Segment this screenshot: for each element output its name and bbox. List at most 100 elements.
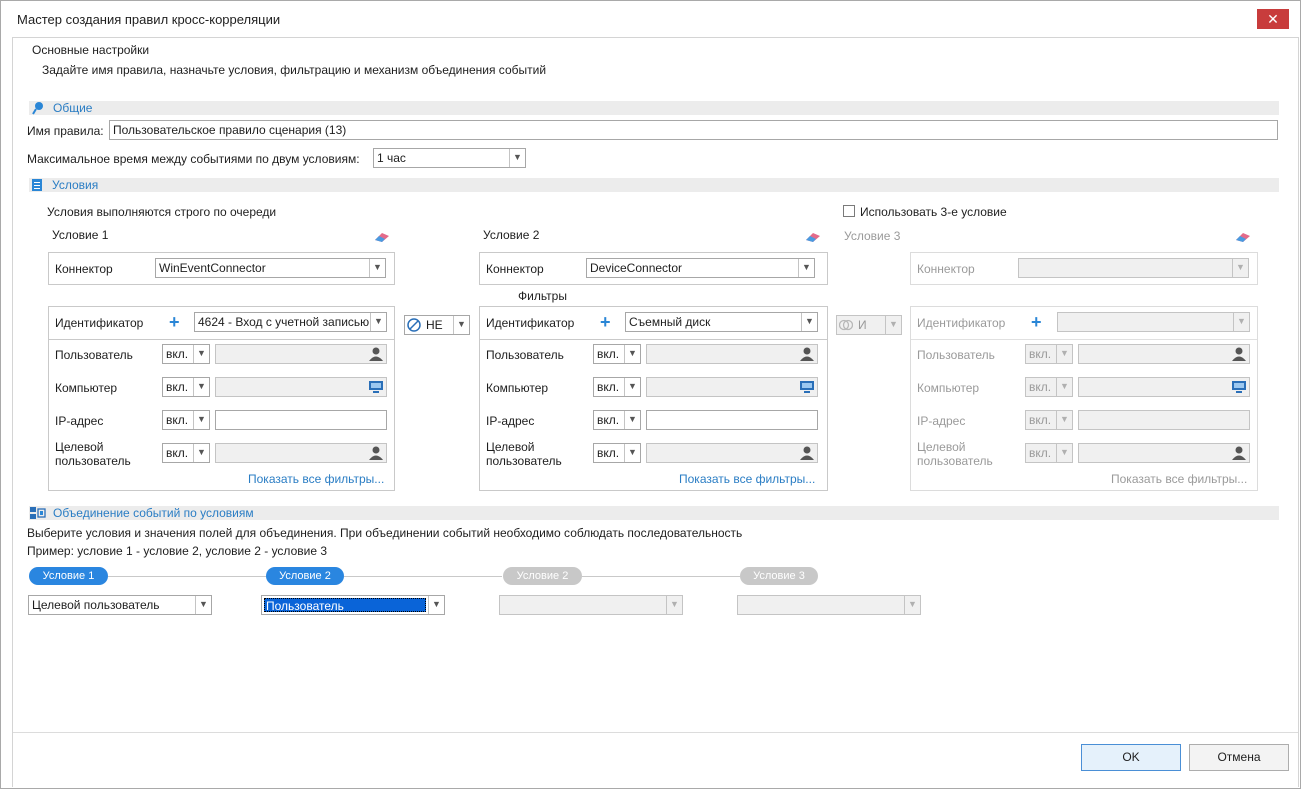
chevron-down-icon: ▼ bbox=[453, 316, 469, 334]
ip-input[interactable] bbox=[1078, 410, 1250, 430]
incl-value: вкл. bbox=[166, 413, 189, 427]
add-identifier-icon[interactable]: + bbox=[600, 313, 611, 331]
eraser-icon[interactable] bbox=[1234, 231, 1252, 243]
condition-2-connector-box: Коннектор DeviceConnector ▼ bbox=[479, 252, 828, 285]
identifier-1-select[interactable]: 4624 - Вход с учетной записью ▼ bbox=[194, 312, 387, 332]
user-icon[interactable] bbox=[367, 345, 385, 363]
window-title: Мастер создания правил кросс-корреляции bbox=[17, 12, 281, 27]
computer-incl-select[interactable]: вкл. ▼ bbox=[1025, 377, 1073, 397]
identifier-3-select[interactable]: ▼ bbox=[1057, 312, 1250, 332]
user-icon[interactable] bbox=[367, 444, 385, 462]
operator-1-select[interactable]: НЕ ▼ bbox=[404, 315, 470, 335]
computer-icon[interactable] bbox=[798, 378, 816, 396]
incl-value: вкл. bbox=[1029, 347, 1052, 361]
user-input[interactable] bbox=[646, 344, 818, 364]
operator-1-value: НЕ bbox=[426, 318, 443, 332]
user-icon[interactable] bbox=[1230, 345, 1248, 363]
merge-field-1-select[interactable]: Целевой пользователь ▼ bbox=[28, 595, 212, 615]
connector-2-select[interactable]: DeviceConnector ▼ bbox=[586, 258, 815, 278]
chevron-down-icon: ▼ bbox=[624, 444, 640, 462]
rule-name-input[interactable]: Пользовательское правило сценария (13) bbox=[109, 120, 1278, 140]
merge-field-2-select[interactable]: Пользователь ▼ bbox=[261, 595, 445, 615]
condition-2-filters: Идентификатор + Съемный диск ▼ Пользовате… bbox=[479, 306, 828, 491]
user-incl-select[interactable]: вкл. ▼ bbox=[1025, 344, 1073, 364]
add-identifier-icon[interactable]: + bbox=[1031, 313, 1042, 331]
ip-label: IP-адрес bbox=[917, 414, 966, 428]
user-icon[interactable] bbox=[798, 345, 816, 363]
identifier-label: Идентификатор bbox=[917, 316, 1006, 330]
user-incl-select[interactable]: вкл. ▼ bbox=[593, 344, 641, 364]
connector-3-select[interactable]: ▼ bbox=[1018, 258, 1249, 278]
max-time-label: Максимальное время между событиями по дв… bbox=[27, 152, 360, 166]
identifier-label: Идентификатор bbox=[486, 316, 575, 330]
show-all-filters-link[interactable]: Показать все фильтры... bbox=[248, 472, 384, 486]
user-icon[interactable] bbox=[1230, 444, 1248, 462]
chevron-down-icon: ▼ bbox=[624, 345, 640, 363]
user-input[interactable] bbox=[1078, 344, 1250, 364]
incl-value: вкл. bbox=[1029, 446, 1052, 460]
ip-input[interactable] bbox=[215, 410, 387, 430]
merge-field-1-value: Целевой пользователь bbox=[32, 598, 160, 612]
cancel-button[interactable]: Отмена bbox=[1189, 744, 1289, 771]
target-user-label-2: пользователь bbox=[486, 454, 562, 468]
show-all-filters-link[interactable]: Показать все фильтры... bbox=[1111, 472, 1247, 486]
target-incl-select[interactable]: вкл. ▼ bbox=[593, 443, 641, 463]
incl-value: вкл. bbox=[597, 446, 620, 460]
target-incl-select[interactable]: вкл. ▼ bbox=[162, 443, 210, 463]
identifier-2-select[interactable]: Съемный диск ▼ bbox=[625, 312, 818, 332]
section-merge: Объединение событий по условиям bbox=[29, 506, 1279, 520]
ok-button[interactable]: OK bbox=[1081, 744, 1181, 771]
merge-pill-4[interactable]: Условие 3 bbox=[740, 567, 818, 585]
chevron-down-icon: ▼ bbox=[193, 345, 209, 363]
merge-description: Выберите условия и значения полей для об… bbox=[27, 526, 743, 540]
user-icon[interactable] bbox=[798, 444, 816, 462]
add-identifier-icon[interactable]: + bbox=[169, 313, 180, 331]
user-label: Пользователь bbox=[917, 348, 995, 362]
target-user-input[interactable] bbox=[646, 443, 818, 463]
content-area: Основные настройки Задайте имя правила, … bbox=[12, 37, 1299, 787]
target-user-input[interactable] bbox=[215, 443, 387, 463]
section-conditions: Условия bbox=[29, 178, 1279, 192]
show-all-filters-link[interactable]: Показать все фильтры... bbox=[679, 472, 815, 486]
eraser-icon[interactable] bbox=[373, 231, 391, 243]
computer-incl-select[interactable]: вкл. ▼ bbox=[162, 377, 210, 397]
ip-incl-select[interactable]: вкл. ▼ bbox=[162, 410, 210, 430]
target-user-input[interactable] bbox=[1078, 443, 1250, 463]
operator-2-select[interactable]: И ▼ bbox=[836, 315, 902, 335]
use-third-checkbox[interactable] bbox=[843, 205, 855, 217]
computer-input[interactable] bbox=[1078, 377, 1250, 397]
target-user-label: Целевой bbox=[55, 440, 104, 454]
max-time-value: 1 час bbox=[377, 151, 406, 165]
chevron-down-icon: ▼ bbox=[1233, 313, 1249, 331]
merge-pill-3[interactable]: Условие 2 bbox=[503, 567, 582, 585]
computer-incl-select[interactable]: вкл. ▼ bbox=[593, 377, 641, 397]
chevron-down-icon: ▼ bbox=[624, 411, 640, 429]
section-conditions-label: Условия bbox=[52, 178, 99, 192]
page-title: Основные настройки bbox=[32, 43, 150, 57]
chevron-down-icon: ▼ bbox=[1056, 411, 1072, 429]
computer-icon[interactable] bbox=[1230, 378, 1248, 396]
user-incl-select[interactable]: вкл. ▼ bbox=[162, 344, 210, 364]
connector-label: Коннектор bbox=[55, 262, 113, 276]
ip-input[interactable] bbox=[646, 410, 818, 430]
merge-field-4-select[interactable]: ▼ bbox=[737, 595, 921, 615]
chevron-down-icon: ▼ bbox=[1056, 345, 1072, 363]
merge-pill-1[interactable]: Условие 1 bbox=[29, 567, 108, 585]
target-incl-select[interactable]: вкл. ▼ bbox=[1025, 443, 1073, 463]
computer-icon[interactable] bbox=[367, 378, 385, 396]
computer-input[interactable] bbox=[646, 377, 818, 397]
merge-field-3-select[interactable]: ▼ bbox=[499, 595, 683, 615]
close-button[interactable]: ✕ bbox=[1257, 9, 1289, 29]
eraser-icon[interactable] bbox=[804, 231, 822, 243]
condition-1-connector-box: Коннектор WinEventConnector ▼ bbox=[48, 252, 395, 285]
computer-input[interactable] bbox=[215, 377, 387, 397]
merge-pill-2[interactable]: Условие 2 bbox=[266, 567, 344, 585]
merge-icon bbox=[30, 507, 46, 519]
ip-incl-select[interactable]: вкл. ▼ bbox=[1025, 410, 1073, 430]
user-input[interactable] bbox=[215, 344, 387, 364]
ip-incl-select[interactable]: вкл. ▼ bbox=[593, 410, 641, 430]
connector-1-select[interactable]: WinEventConnector ▼ bbox=[155, 258, 386, 278]
max-time-select[interactable]: 1 час ▼ bbox=[373, 148, 526, 168]
incl-value: вкл. bbox=[597, 347, 620, 361]
chevron-down-icon: ▼ bbox=[193, 411, 209, 429]
